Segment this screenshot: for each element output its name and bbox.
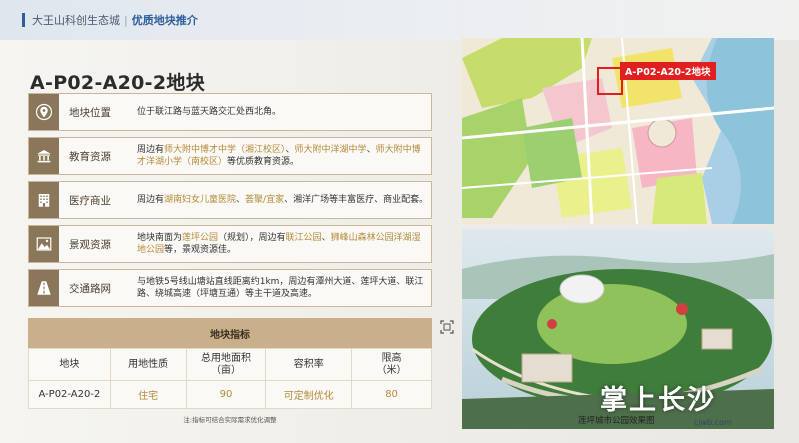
breadcrumb-root[interactable]: 大王山科创生态城	[32, 14, 120, 27]
breadcrumb: 大王山科创生态城 | 优质地块推介	[32, 12, 198, 28]
breadcrumb-current: 优质地块推介	[131, 14, 198, 27]
info-rows: 地块位置 位于联江路与蓝天路交汇处西北角。 教育资源 周边有师大附中博才中学（湘…	[28, 93, 432, 313]
info-text: 位于联江路与蓝天路交汇处西北角。	[137, 107, 282, 117]
table-header-cell: 用地性质	[109, 348, 187, 381]
info-content: 地块南面为莲坪公园（规划），周边有联江公园、狮峰山森林公园洋湖湿地公园等，景观资…	[137, 226, 429, 262]
map-parcel-tag: A-P02-A20-2地块	[620, 62, 716, 80]
indicator-table-title: 地块指标	[28, 318, 432, 348]
mountain-landscape-icon	[36, 237, 52, 251]
info-row-education: 教育资源 周边有师大附中博才中学（湘江校区）、师大附中洋湖中学、师大附中博才洋湖…	[28, 137, 432, 175]
table-cell: 90	[185, 380, 267, 409]
info-row-medical: 医疗商业 周边有湖南妇女儿童医院、荟聚/宜家、湘洋广场等丰富医疗、商业配套。	[28, 181, 432, 219]
info-content: 与地铁5号线山塘站直线距离约1km，周边有潭州大道、莲坪大道、联江路、绕城高速（…	[137, 270, 429, 306]
info-text: 等，景观资源佳。	[164, 245, 237, 255]
road-icon	[37, 281, 51, 295]
info-content: 位于联江路与蓝天路交汇处西北角。	[137, 94, 429, 130]
table-cell: 80	[351, 380, 432, 409]
highlighted-text: 师大附中博才中学（湘江校区）	[164, 145, 286, 155]
info-text: 与地铁5号线山塘站直线距离约1km，周边有潭州大道、莲坪大道、联江路、绕城高速（…	[137, 277, 424, 299]
info-text: 周边有	[137, 195, 165, 205]
info-row-traffic: 交通路网 与地铁5号线山塘站直线距离约1km，周边有潭州大道、莲坪大道、联江路、…	[28, 269, 432, 307]
indicator-grid: 地块 用地性质 总用地面积 （亩） 容积率 限高 （米） A-P02-A20-2 住…	[28, 348, 432, 409]
table-cell: 住宅	[109, 380, 187, 409]
highlighted-text: 莲坪公园	[182, 233, 219, 243]
table-row: A-P02-A20-2 住宅 90 可定制优化 80	[28, 380, 432, 409]
highlighted-text: 湖南妇女儿童医院	[164, 195, 237, 205]
info-row-location: 地块位置 位于联江路与蓝天路交汇处西北角。	[28, 93, 432, 131]
table-header-cell: 地块	[28, 348, 111, 381]
hospital-building-icon	[38, 194, 50, 207]
info-content: 周边有湖南妇女儿童医院、荟聚/宜家、湘洋广场等丰富医疗、商业配套。	[137, 182, 429, 218]
page-title: A-P02-A20-2地块	[30, 72, 205, 94]
info-text: （规划），周边有	[218, 233, 286, 243]
info-text: 周边有	[137, 145, 165, 155]
highlighted-text: 联江公园	[285, 233, 322, 243]
info-content: 周边有师大附中博才中学（湘江校区）、师大附中洋湖中学、师大附中博才洋湖小学（南校…	[137, 138, 429, 174]
info-text: 、湘洋广场等丰富医疗、商业配套。	[284, 195, 429, 205]
info-text: 等优质教育资源。	[227, 157, 300, 167]
table-note: 注:指标可结合实际需求优化调整	[183, 416, 277, 424]
table-cell: 可定制优化	[265, 380, 353, 409]
table-header-cell: 容积率	[265, 348, 353, 381]
indicator-table: 地块指标 地块 用地性质 总用地面积 （亩） 容积率 限高 （米） A-P02-A2…	[28, 318, 432, 424]
table-cell: A-P02-A20-2	[28, 380, 111, 409]
info-label: 医疗商业	[69, 194, 111, 207]
info-label: 交通路网	[69, 282, 111, 295]
location-pin-icon	[35, 103, 53, 121]
info-text: 地块南面为	[137, 233, 183, 243]
table-header-cell: 总用地面积 （亩）	[185, 348, 267, 381]
school-building-icon	[37, 150, 51, 163]
info-text: 、	[321, 233, 331, 243]
highlighted-text: 荟聚/宜家	[245, 195, 285, 205]
header-bar: 大王山科创生态城 | 优质地块推介	[0, 0, 799, 40]
info-text: 、	[366, 145, 376, 155]
highlighted-text: 师大附中洋湖中学	[294, 145, 367, 155]
breadcrumb-separator: |	[124, 14, 128, 27]
table-header-row: 地块 用地性质 总用地面积 （亩） 容积率 限高 （米）	[28, 348, 432, 381]
info-label: 教育资源	[69, 150, 111, 163]
info-text: 、	[236, 195, 246, 205]
header-accent-bar	[22, 13, 25, 27]
park-caption: 莲坪城市公园效果图	[578, 416, 655, 426]
info-label: 景观资源	[69, 238, 111, 251]
page: 大王山科创生态城 | 优质地块推介 A-P02-A20-2地块 地块位置 位于联江路…	[0, 0, 799, 443]
table-header-cell: 限高 （米）	[351, 348, 432, 381]
scan-icon[interactable]	[440, 320, 454, 334]
info-label: 地块位置	[69, 106, 111, 119]
watermark-url: cjwb.com	[694, 418, 732, 427]
location-map-image	[462, 38, 774, 224]
info-row-landscape: 景观资源 地块南面为莲坪公园（规划），周边有联江公园、狮峰山森林公园洋湖湿地公园…	[28, 225, 432, 263]
watermark-text: 掌上长沙	[600, 385, 716, 416]
info-text: 、	[285, 145, 295, 155]
